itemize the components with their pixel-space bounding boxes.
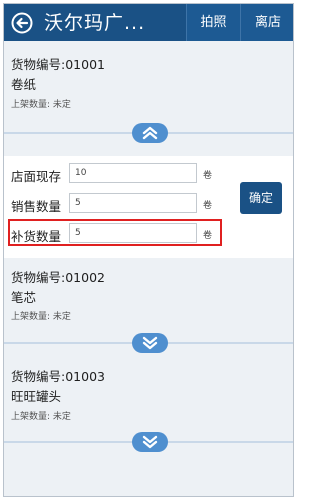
item-name: 卷纸 (11, 77, 37, 92)
expand-button[interactable] (132, 432, 168, 452)
expand-button[interactable] (132, 333, 168, 353)
double-chevron-down-icon (142, 435, 158, 449)
highlight-box (8, 219, 222, 246)
item-shelf-qty: 上架数量: 未定 (11, 412, 71, 422)
list-item[interactable]: 货物编号:01003 旺旺罐头 上架数量: 未定 (4, 359, 293, 496)
confirm-button[interactable]: 确定 (240, 182, 282, 214)
item-shelf-qty: 上架数量: 未定 (11, 312, 71, 322)
expand-bar (4, 432, 293, 452)
double-chevron-down-icon (142, 336, 158, 350)
page-title: 沃尔玛广... (44, 12, 146, 34)
back-arrow-icon (11, 12, 33, 34)
store-stock-label: 店面现存 (11, 169, 62, 184)
app-screen: 沃尔玛广... 拍照 离店 货物编号:01001 卷纸 上架数量: 未定 店面现… (3, 3, 294, 497)
list-item[interactable]: 货物编号:01001 卷纸 上架数量: 未定 (4, 41, 293, 156)
list-item[interactable]: 货物编号:01002 笔芯 上架数量: 未定 (4, 258, 293, 359)
item-code: 货物编号:01001 (11, 57, 105, 72)
expand-bar (4, 333, 293, 353)
item-shelf-qty: 上架数量: 未定 (11, 100, 71, 110)
leave-store-button[interactable]: 离店 (240, 4, 293, 41)
restock-form: 店面现存 10 卷 销售数量 5 卷 补货数量 5 卷 确定 (4, 156, 293, 258)
sales-unit: 卷 (203, 201, 213, 211)
item-name: 旺旺罐头 (11, 389, 62, 404)
item-name: 笔芯 (11, 290, 37, 305)
photo-button[interactable]: 拍照 (186, 4, 240, 41)
sales-label: 销售数量 (11, 199, 62, 214)
collapse-button[interactable] (132, 123, 168, 143)
store-stock-input[interactable]: 10 (69, 163, 197, 183)
item-code: 货物编号:01002 (11, 270, 105, 285)
header-bar: 沃尔玛广... 拍照 离店 (4, 4, 293, 41)
back-button[interactable] (8, 10, 36, 36)
double-chevron-up-icon (142, 126, 158, 140)
item-code: 货物编号:01003 (11, 369, 105, 384)
collapse-bar (4, 123, 293, 143)
store-stock-unit: 卷 (203, 171, 213, 181)
sales-input[interactable]: 5 (69, 193, 197, 213)
